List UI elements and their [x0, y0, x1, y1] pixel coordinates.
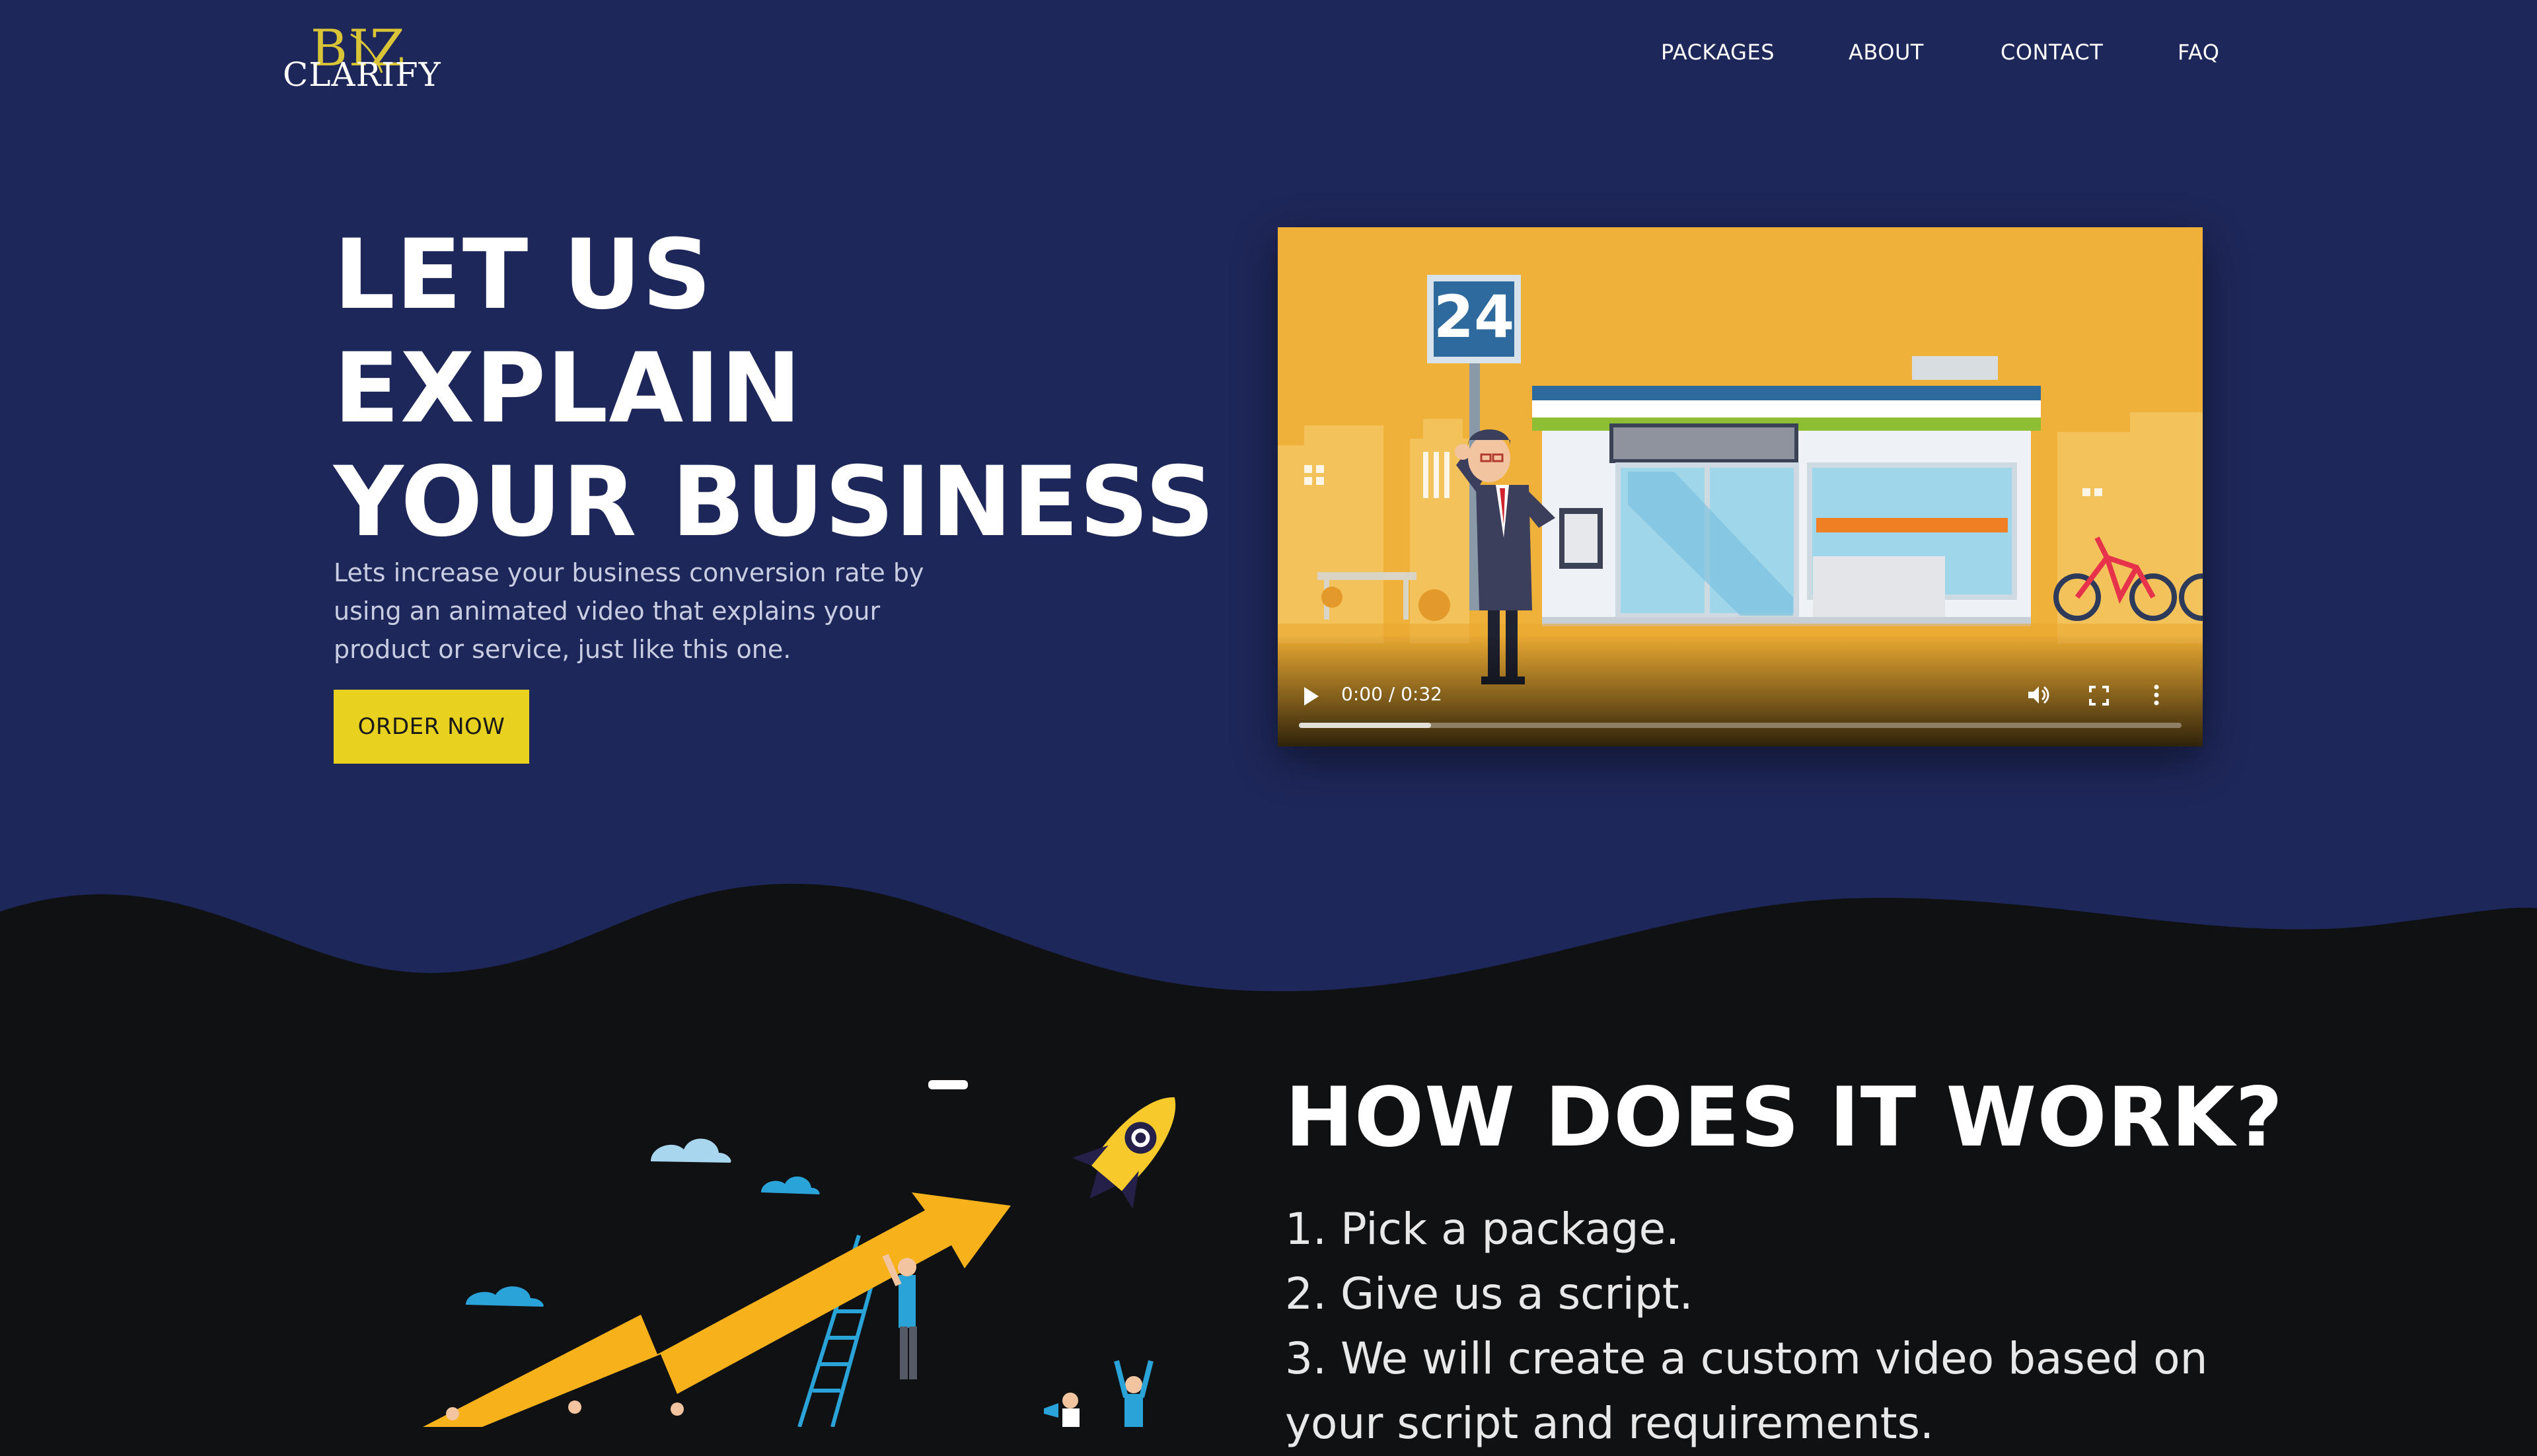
nav-item-contact[interactable]: CONTACT	[2001, 40, 2103, 65]
volume-icon[interactable]	[2024, 682, 2051, 708]
explainer-video-player[interactable]: 24 0:00 / 0:32	[1278, 227, 2203, 746]
how-it-works-steps: 1. Pick a package. 2. Give us a script. …	[1285, 1197, 2210, 1456]
sign-number: 24	[1434, 283, 1514, 351]
subtitle-line-1: Lets increase your business conversion r…	[334, 558, 924, 587]
nav-item-about[interactable]: ABOUT	[1849, 40, 1924, 65]
subtitle-line-3: product or service, just like this one.	[334, 635, 791, 664]
cloud-icon	[466, 1286, 544, 1307]
nav-item-faq[interactable]: FAQ	[2178, 40, 2219, 65]
step-item: your script and requirements.	[1285, 1398, 1934, 1449]
how-it-works-title: HOW DOES IT WORK?	[1285, 1070, 2284, 1165]
headline-line-1: LET US	[334, 219, 712, 331]
hero-subtitle: Lets increase your business conversion r…	[334, 554, 968, 669]
cloud-icon	[651, 1138, 731, 1163]
top-nav: PACKAGES ABOUT CONTACT FAQ	[0, 40, 2537, 73]
order-now-button[interactable]: ORDER NOW	[334, 690, 529, 764]
video-time: 0:00 / 0:32	[1341, 683, 1442, 705]
headline-line-3: YOUR BUSINESS	[334, 446, 1216, 558]
subtitle-line-2: using an animated video that explains yo…	[334, 597, 881, 626]
step-item: 2. Give us a script.	[1285, 1268, 1693, 1319]
wave-divider	[0, 846, 2537, 1017]
step-item: 1. Pick a package.	[1285, 1204, 1680, 1255]
play-icon[interactable]	[1302, 684, 1321, 708]
nav-item-packages[interactable]: PACKAGES	[1661, 40, 1775, 65]
rocket-icon	[1072, 1097, 1176, 1209]
hero-headline: LET US EXPLAIN YOUR BUSINESS	[334, 218, 1216, 559]
more-vertical-icon[interactable]	[2150, 682, 2163, 708]
video-buffered-fill	[1299, 723, 1432, 728]
step-item: 3. We will create a custom video based o…	[1285, 1333, 2208, 1384]
fullscreen-icon[interactable]	[2088, 684, 2110, 707]
video-progress-bar[interactable]	[1299, 723, 2182, 728]
headline-line-2: EXPLAIN	[334, 332, 802, 445]
cloud-icon	[761, 1176, 820, 1194]
video-controls: 0:00 / 0:32	[1278, 634, 2203, 746]
growth-illustration	[423, 1080, 1176, 1427]
